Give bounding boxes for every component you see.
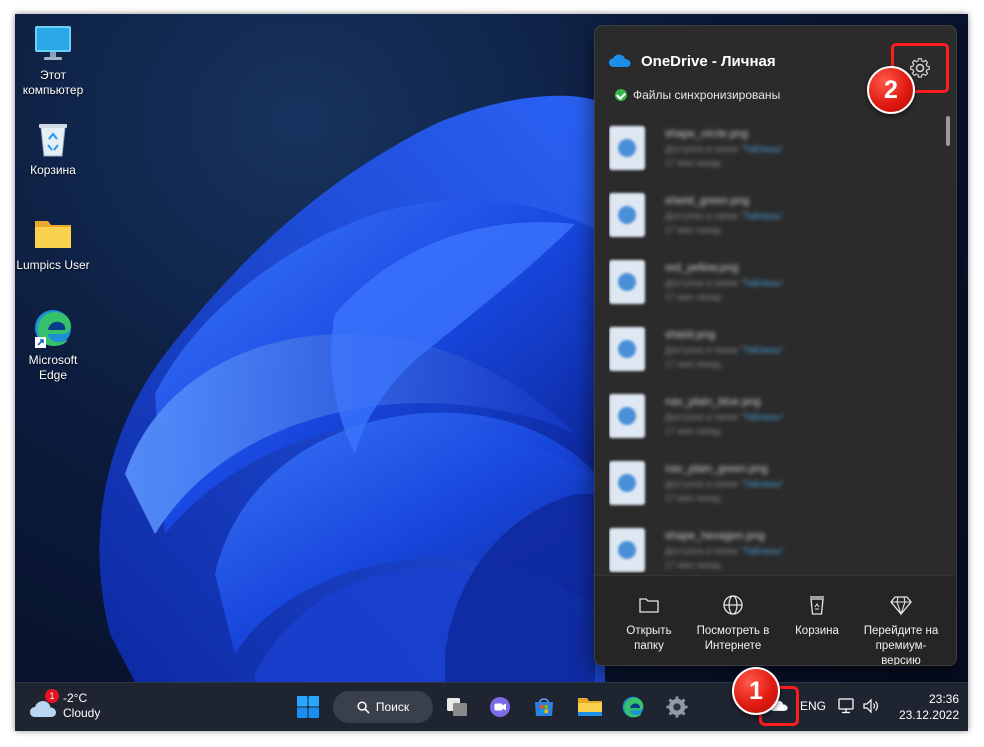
file-item[interactable]: nav_plain_green.png Доступно в папке "Та…: [609, 453, 939, 520]
start-button[interactable]: [293, 692, 323, 722]
weather-widget[interactable]: 1 -2°C Cloudy: [29, 689, 101, 721]
callout-marker-2: 2: [867, 66, 915, 114]
notification-badge: 1: [45, 689, 59, 703]
scrollbar-thumb[interactable]: [946, 116, 950, 146]
clock[interactable]: 23:36 23.12.2022: [893, 691, 959, 723]
image-file-icon: [609, 126, 645, 170]
edge-icon: [35, 310, 71, 348]
desktop-icon-label: Корзина: [30, 163, 76, 177]
file-time: 17 мин назад: [665, 493, 721, 503]
task-view-button[interactable]: [442, 692, 472, 722]
taskbar: 1 -2°C Cloudy Поиск ENG 23:36 23.12.2022: [15, 682, 968, 731]
desktop-icon-user-folder[interactable]: Lumpics User: [15, 212, 91, 273]
file-name: shield.png: [665, 329, 716, 341]
desktop-icon-label: Lumpics User: [16, 258, 90, 272]
file-location: Доступно в папке "Тайлины": [665, 278, 784, 288]
onedrive-cloud-icon: [609, 54, 631, 67]
check-circle-icon: [615, 89, 627, 101]
folder-icon: [35, 221, 71, 248]
image-file-icon: [609, 260, 645, 304]
file-location: Доступно в папке "Тайлины": [665, 144, 784, 154]
image-file-icon: [609, 327, 645, 371]
onedrive-title: OneDrive - Личная: [641, 52, 776, 70]
image-file-icon: [609, 193, 645, 237]
desktop-icon-recycle-bin[interactable]: Корзина: [15, 117, 91, 178]
file-name: shield_green.png: [665, 195, 750, 207]
file-explorer-button[interactable]: [575, 692, 605, 722]
weather-description: Cloudy: [63, 706, 101, 720]
sync-status: Файлы синхронизированы: [615, 88, 780, 102]
chat-icon: [490, 697, 510, 717]
sync-status-text: Файлы синхронизированы: [633, 88, 781, 102]
trash-icon: [810, 596, 824, 615]
view-online-button[interactable]: Посмотреть в Интернете: [691, 594, 775, 654]
file-item[interactable]: shield_green.png Доступно в папке "Тайли…: [609, 185, 939, 252]
onedrive-flyout: OneDrive - Личная Файлы синхронизированы…: [594, 25, 957, 666]
file-explorer-icon: [578, 698, 602, 716]
desktop-icon-label: Этот компьютер: [22, 68, 84, 97]
globe-icon: [723, 595, 743, 615]
network-icon[interactable]: [837, 697, 855, 715]
file-name: nav_plain_green.png: [665, 463, 768, 475]
file-name: nav_plain_blue.png: [665, 396, 761, 408]
weather-temperature: -2°C: [63, 691, 88, 705]
image-file-icon: [609, 461, 645, 505]
recycle-bin-icon: [39, 124, 67, 157]
search-icon: [357, 700, 370, 714]
file-item[interactable]: shield.png Доступно в папке "Тайлины" 17…: [609, 319, 939, 386]
store-icon: [535, 698, 553, 716]
diamond-icon: [890, 596, 912, 616]
recycle-bin-button[interactable]: Корзина: [775, 594, 859, 639]
file-location: Доступно в папке "Тайлины": [665, 546, 784, 556]
file-name: red_yellow.png: [665, 262, 739, 274]
file-item[interactable]: shape_hexagon.png Доступно в папке "Тайл…: [609, 520, 939, 573]
search-box[interactable]: Поиск: [333, 691, 433, 723]
file-time: 17 мин назад: [665, 426, 721, 436]
clock-time: 23:36: [928, 692, 959, 706]
volume-icon[interactable]: [862, 697, 880, 715]
file-time: 17 мин назад: [665, 359, 721, 369]
teams-chat-button[interactable]: [485, 692, 515, 722]
onedrive-actions: Открыть папку Посмотреть в Интернете Кор…: [595, 575, 956, 665]
file-location: Доступно в папке "Тайлины": [665, 479, 784, 489]
edge-icon: [622, 696, 644, 718]
file-location: Доступно в папке "Тайлины": [665, 412, 784, 422]
upgrade-premium-button[interactable]: Перейдите на премиум- версию: [859, 594, 943, 665]
desktop-icon-label: Microsoft Edge: [28, 353, 78, 382]
image-file-icon: [609, 394, 645, 438]
file-time: 17 мин назад: [665, 158, 721, 168]
file-location: Доступно в папке "Тайлины": [665, 345, 784, 355]
desktop-icon-edge[interactable]: Microsoft Edge: [15, 307, 91, 383]
file-item[interactable]: nav_plain_blue.png Доступно в папке "Тай…: [609, 386, 939, 453]
onedrive-header: OneDrive - Личная: [609, 48, 776, 74]
folder-outline-icon: [639, 598, 659, 613]
clock-date: 23.12.2022: [898, 708, 959, 722]
open-folder-button[interactable]: Открыть папку: [607, 594, 691, 654]
desktop-icon-this-pc[interactable]: Этот компьютер: [15, 22, 91, 98]
file-time: 17 мин назад: [665, 560, 721, 570]
desktop-screen: Этот компьютер Корзина Lumpics User Micr…: [15, 14, 968, 731]
file-item[interactable]: red_yellow.png Доступно в папке "Тайлины…: [609, 252, 939, 319]
search-label: Поиск: [375, 700, 410, 714]
monitor-icon: [35, 26, 71, 60]
windows-logo-icon: [297, 696, 319, 718]
image-file-icon: [609, 528, 645, 572]
file-time: 17 мин назад: [665, 225, 721, 235]
store-button[interactable]: [529, 692, 559, 722]
file-location: Доступно в папке "Тайлины": [665, 211, 784, 221]
file-name: shape_circle.png: [665, 128, 749, 140]
language-indicator[interactable]: ENG: [800, 699, 826, 713]
task-view-icon: [447, 698, 467, 716]
file-item[interactable]: shape_circle.png Доступно в папке "Тайли…: [609, 118, 939, 185]
file-name: shape_hexagon.png: [665, 530, 765, 542]
edge-taskbar-button[interactable]: [618, 692, 648, 722]
callout-marker-1: 1: [732, 667, 780, 715]
settings-taskbar-button[interactable]: [662, 692, 692, 722]
settings-gear-icon: [666, 696, 688, 718]
file-time: 17 мин назад: [665, 292, 721, 302]
recent-files-list: shape_circle.png Доступно в папке "Тайли…: [609, 118, 939, 573]
gear-icon: [910, 58, 930, 78]
